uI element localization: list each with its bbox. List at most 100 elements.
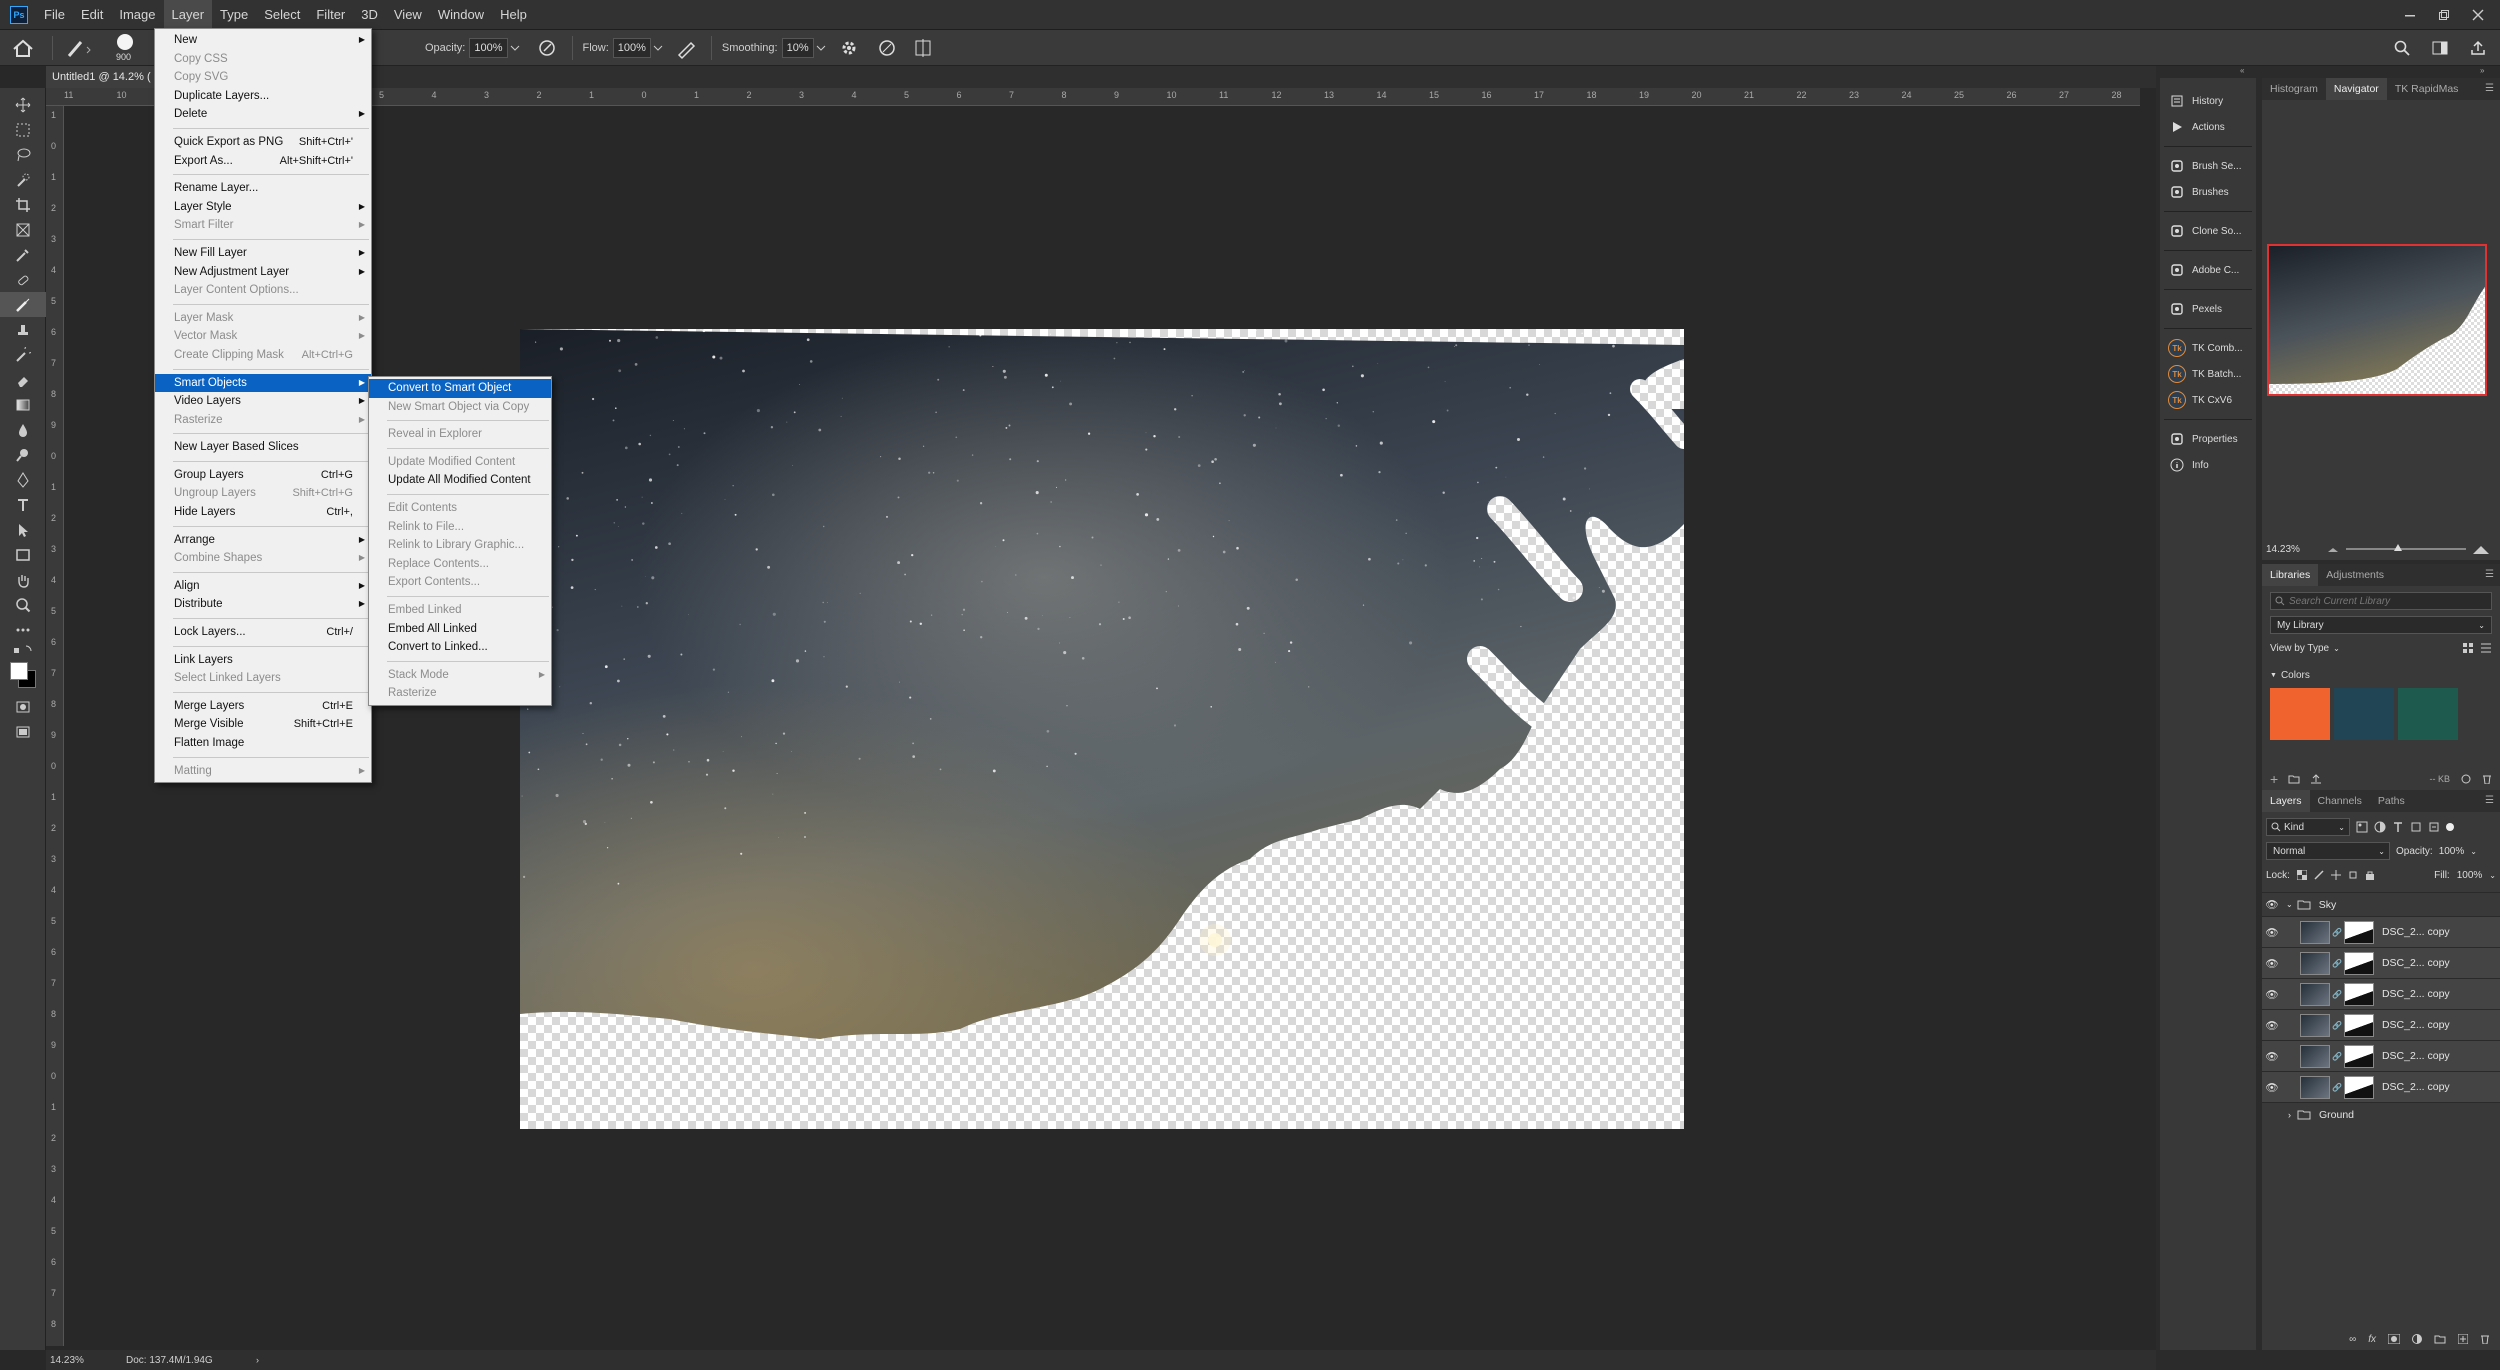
layer-mask-thumbnail[interactable]: [2343, 1075, 2374, 1099]
sync-icon[interactable]: [2460, 774, 2472, 784]
eye-icon[interactable]: 👁: [2262, 1050, 2282, 1063]
workspace-icon[interactable]: [2432, 40, 2448, 56]
chevron-right-icon[interactable]: ›: [256, 1355, 259, 1365]
fx-icon[interactable]: fx: [2368, 1334, 2376, 1345]
lock-artboard-icon[interactable]: [2348, 870, 2358, 880]
crop-tool-icon[interactable]: [0, 192, 46, 217]
library-select[interactable]: My Library ⌄: [2270, 616, 2492, 634]
menu-item-new-layer-based-slices[interactable]: New Layer Based Slices: [155, 438, 371, 457]
menu-item-video-layers[interactable]: Video Layers ▶: [155, 392, 371, 411]
panel-button-adobe-c[interactable]: Adobe C...: [2160, 257, 2256, 283]
blend-mode-select[interactable]: Normal ⌄: [2266, 842, 2390, 860]
menu-item-quick-export-as-png[interactable]: Quick Export as PNG Shift+Ctrl+': [155, 133, 371, 152]
tab-channels[interactable]: Channels: [2310, 790, 2370, 812]
flow-field[interactable]: 100%: [612, 37, 651, 58]
symmetry-icon[interactable]: [908, 33, 938, 63]
gradient-tool-icon[interactable]: [0, 392, 46, 417]
filter-smart-object-icon[interactable]: [2428, 821, 2440, 833]
menu-item-flatten-image[interactable]: Flatten Image: [155, 734, 371, 753]
restore-icon[interactable]: [2438, 9, 2450, 21]
quick-mask-icon[interactable]: [0, 694, 46, 719]
add-icon[interactable]: +: [2270, 771, 2278, 787]
add-mask-icon[interactable]: [2388, 1334, 2400, 1344]
color-swatches[interactable]: [0, 660, 45, 694]
eye-icon[interactable]: 👁: [2262, 988, 2282, 1001]
menu-file[interactable]: File: [36, 0, 73, 30]
eyedropper-icon[interactable]: [0, 242, 46, 267]
menu-item-group-layers[interactable]: Group Layers Ctrl+G: [155, 466, 371, 485]
color-swatch[interactable]: [2334, 688, 2394, 740]
brush-preset-picker[interactable]: 900: [99, 30, 149, 66]
brush-tool-icon[interactable]: [0, 292, 46, 317]
layer-row[interactable]: 👁 🔗 DSC_2... copy: [2262, 1009, 2500, 1040]
navigator-zoom-value[interactable]: 14.23%: [2266, 544, 2326, 555]
menu-edit[interactable]: Edit: [73, 0, 111, 30]
screen-mode-icon[interactable]: [0, 719, 46, 744]
clone-stamp-icon[interactable]: [0, 317, 46, 342]
panel-button-actions[interactable]: Actions: [2160, 114, 2256, 140]
menu-item-duplicate-layers[interactable]: Duplicate Layers...: [155, 87, 371, 106]
pressure-opacity-icon[interactable]: [532, 33, 562, 63]
collapse-dock-icon[interactable]: «: [2240, 66, 2244, 75]
menu-item-convert-to-linked[interactable]: Convert to Linked...: [369, 638, 551, 657]
link-icon[interactable]: 🔗: [2332, 1052, 2342, 1061]
menu-item-hide-layers[interactable]: Hide Layers Ctrl+,: [155, 503, 371, 522]
chevron-right-icon[interactable]: ›: [2288, 1110, 2291, 1120]
filter-pixel-icon[interactable]: [2356, 821, 2368, 833]
eye-icon[interactable]: 👁: [2262, 957, 2282, 970]
panel-button-properties[interactable]: Properties: [2160, 426, 2256, 452]
eye-icon[interactable]: 👁: [2262, 1019, 2282, 1032]
eye-icon[interactable]: 👁: [2262, 898, 2282, 911]
type-tool-icon[interactable]: [0, 492, 46, 517]
tab-layers[interactable]: Layers: [2262, 790, 2310, 812]
lock-image-icon[interactable]: [2314, 870, 2324, 880]
link-icon[interactable]: 🔗: [2332, 928, 2342, 937]
navigator-thumbnail[interactable]: [2267, 244, 2487, 396]
menu-item-new-adjustment-layer[interactable]: New Adjustment Layer ▶: [155, 263, 371, 282]
menu-item-link-layers[interactable]: Link Layers: [155, 651, 371, 670]
layer-mask-thumbnail[interactable]: [2343, 920, 2374, 944]
menu-item-new[interactable]: New ▶: [155, 31, 371, 50]
ps-logo-icon[interactable]: Ps: [10, 5, 28, 24]
menu-select[interactable]: Select: [256, 0, 308, 30]
collapse-panels-icon[interactable]: »: [2480, 66, 2484, 75]
layer-row[interactable]: 👁 🔗 DSC_2... copy: [2262, 916, 2500, 947]
menu-item-smart-objects[interactable]: Smart Objects ▶: [155, 373, 371, 393]
menu-item-merge-layers[interactable]: Merge Layers Ctrl+E: [155, 697, 371, 716]
panel-button-pexels[interactable]: Pexels: [2160, 296, 2256, 322]
menu-item-convert-to-smart-object[interactable]: Convert to Smart Object: [369, 379, 551, 398]
adjustment-layer-icon[interactable]: [2412, 1334, 2422, 1344]
list-view-icon[interactable]: [2480, 642, 2492, 654]
chevron-down-icon[interactable]: ▼: [2270, 672, 2277, 679]
upload-icon[interactable]: [2310, 774, 2322, 784]
zoom-level[interactable]: 14.23%: [46, 1355, 126, 1366]
layer-opacity-field[interactable]: 100%: [2439, 846, 2465, 857]
lock-all-icon[interactable]: [2365, 870, 2375, 880]
chevron-down-icon[interactable]: [651, 41, 665, 55]
tab-adjustments[interactable]: Adjustments: [2318, 564, 2392, 586]
home-icon[interactable]: [0, 30, 46, 66]
zoom-out-icon[interactable]: [2326, 544, 2340, 554]
panel-button-history[interactable]: History: [2160, 88, 2256, 114]
folder-icon[interactable]: [2288, 774, 2300, 784]
layer-mask-thumbnail[interactable]: [2343, 1013, 2374, 1037]
grid-view-icon[interactable]: [2462, 642, 2474, 654]
dodge-tool-icon[interactable]: [0, 442, 46, 467]
healing-brush-icon[interactable]: [0, 267, 46, 292]
trash-icon[interactable]: [2482, 774, 2492, 784]
panel-button-tk-comb[interactable]: Tk TK Comb...: [2160, 335, 2256, 361]
new-group-icon[interactable]: [2434, 1334, 2446, 1344]
zoom-in-icon[interactable]: [2472, 543, 2490, 555]
panel-button-clone-so[interactable]: Clone So...: [2160, 218, 2256, 244]
menu-item-embed-all-linked[interactable]: Embed All Linked: [369, 620, 551, 639]
link-icon[interactable]: 🔗: [2332, 959, 2342, 968]
menu-item-export-as[interactable]: Export As... Alt+Shift+Ctrl+': [155, 152, 371, 171]
library-search[interactable]: Search Current Library: [2270, 592, 2492, 610]
move-tool-icon[interactable]: [0, 92, 46, 117]
lasso-tool-icon[interactable]: [0, 142, 46, 167]
chevron-down-icon[interactable]: [814, 41, 828, 55]
menu-item-distribute[interactable]: Distribute ▶: [155, 595, 371, 614]
rectangle-tool-icon[interactable]: [0, 542, 46, 567]
menu-layer[interactable]: Layer: [163, 0, 213, 30]
zoom-slider[interactable]: [2346, 544, 2466, 551]
